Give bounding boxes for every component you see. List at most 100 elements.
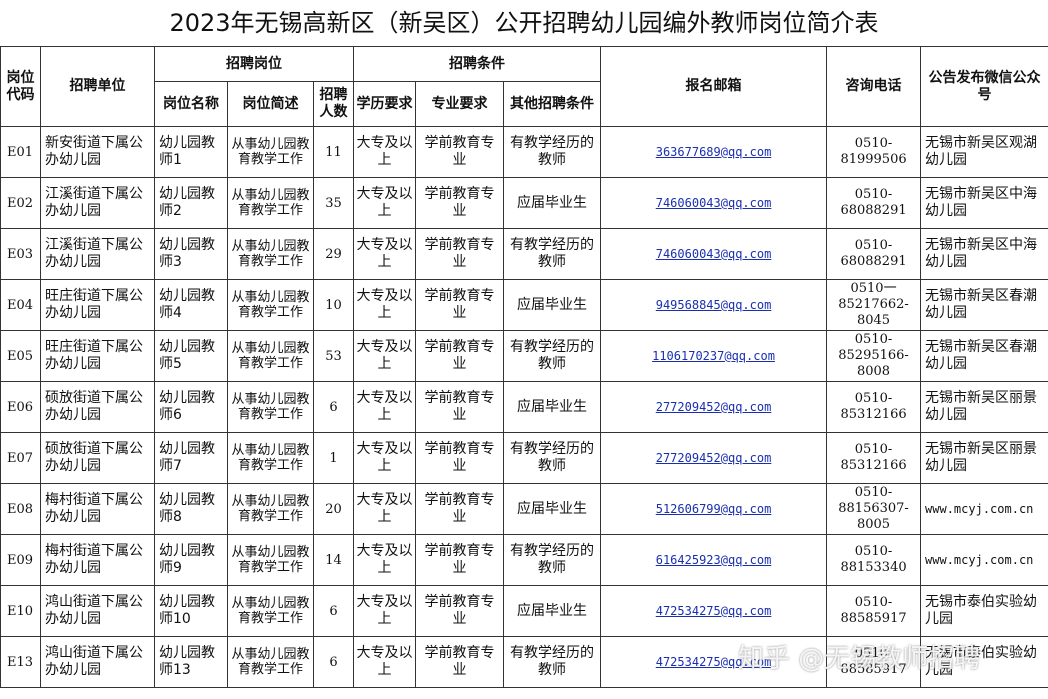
cell-education: 大专及以上 bbox=[353, 279, 417, 331]
cell-position-desc: 从事幼儿园教育教学工作 bbox=[227, 534, 314, 586]
cell-position-desc: 从事幼儿园教育教学工作 bbox=[227, 585, 314, 637]
cell-other: 有教学经历的教师 bbox=[503, 534, 602, 586]
cell-unit: 江溪街道下属公办幼儿园 bbox=[40, 177, 155, 229]
cell-other: 应届毕业生 bbox=[503, 177, 602, 229]
table-row: E04 旺庄街道下属公办幼儿园 幼儿园教师4 从事幼儿园教育教学工作 10 大专… bbox=[0, 279, 1048, 331]
cell-email: 746060043@qq.com bbox=[600, 177, 828, 229]
header-unit: 招聘单位 bbox=[40, 46, 155, 127]
table-row: E07 硕放街道下属公办幼儿园 幼儿园教师7 从事幼儿园教育教学工作 1 大专及… bbox=[0, 432, 1048, 484]
header-other: 其他招聘条件 bbox=[503, 81, 602, 127]
cell-position-desc: 从事幼儿园教育教学工作 bbox=[227, 330, 314, 382]
cell-position-desc: 从事幼儿园教育教学工作 bbox=[227, 483, 314, 535]
cell-count: 6 bbox=[312, 381, 355, 433]
cell-major: 学前教育专业 bbox=[415, 381, 505, 433]
cell-unit: 新安街道下属公办幼儿园 bbox=[40, 126, 155, 178]
header-code: 岗位代码 bbox=[0, 46, 41, 127]
cell-wechat: 无锡市新吴区中海幼儿园 bbox=[920, 228, 1048, 280]
table-row: E08 梅村街道下属公办幼儿园 幼儿园教师8 从事幼儿园教育教学工作 20 大专… bbox=[0, 483, 1048, 535]
table-row: E10 鸿山街道下属公办幼儿园 幼儿园教师10 从事幼儿园教育教学工作 6 大专… bbox=[0, 585, 1048, 637]
cell-position-name: 幼儿园教师3 bbox=[154, 228, 228, 280]
cell-unit: 硕放街道下属公办幼儿园 bbox=[40, 432, 155, 484]
cell-email: 472534275@qq.com bbox=[600, 636, 828, 688]
cell-wechat: 无锡市新吴区中海幼儿园 bbox=[920, 177, 1048, 229]
cell-other: 有教学经历的教师 bbox=[503, 126, 602, 178]
email-link[interactable]: 1106170237@qq.com bbox=[652, 349, 775, 363]
cell-count: 53 bbox=[312, 330, 355, 382]
email-link[interactable]: 746060043@qq.com bbox=[656, 196, 772, 210]
cell-education: 大专及以上 bbox=[353, 432, 417, 484]
cell-unit: 江溪街道下属公办幼儿园 bbox=[40, 228, 155, 280]
header-wechat: 公告发布微信公众号 bbox=[920, 46, 1048, 127]
cell-code: E13 bbox=[0, 636, 41, 688]
cell-unit: 旺庄街道下属公办幼儿园 bbox=[40, 330, 155, 382]
cell-phone: 0510一85217662-8045 bbox=[826, 279, 922, 331]
cell-position-name: 幼儿园教师7 bbox=[154, 432, 228, 484]
table-row: E01 新安街道下属公办幼儿园 幼儿园教师1 从事幼儿园教育教学工作 11 大专… bbox=[0, 126, 1048, 178]
cell-code: E09 bbox=[0, 534, 41, 586]
cell-wechat: www.mcyj.com.cn bbox=[920, 483, 1048, 535]
header-position-desc: 岗位简述 bbox=[227, 81, 314, 127]
cell-unit: 旺庄街道下属公办幼儿园 bbox=[40, 279, 155, 331]
cell-count: 20 bbox=[312, 483, 355, 535]
cell-position-desc: 从事幼儿园教育教学工作 bbox=[227, 126, 314, 178]
cell-count: 1 bbox=[312, 432, 355, 484]
email-link[interactable]: 746060043@qq.com bbox=[656, 247, 772, 261]
cell-code: E07 bbox=[0, 432, 41, 484]
cell-education: 大专及以上 bbox=[353, 483, 417, 535]
email-link[interactable]: 277209452@qq.com bbox=[656, 400, 772, 414]
cell-major: 学前教育专业 bbox=[415, 483, 505, 535]
cell-count: 29 bbox=[312, 228, 355, 280]
email-link[interactable]: 363677689@qq.com bbox=[656, 145, 772, 159]
cell-education: 大专及以上 bbox=[353, 585, 417, 637]
cell-wechat: 无锡市新吴区丽景幼儿园 bbox=[920, 381, 1048, 433]
cell-position-name: 幼儿园教师6 bbox=[154, 381, 228, 433]
cell-unit: 鸿山街道下属公办幼儿园 bbox=[40, 585, 155, 637]
cell-code: E04 bbox=[0, 279, 41, 331]
cell-major: 学前教育专业 bbox=[415, 330, 505, 382]
cell-position-desc: 从事幼儿园教育教学工作 bbox=[227, 228, 314, 280]
table-row: E05 旺庄街道下属公办幼儿园 幼儿园教师5 从事幼儿园教育教学工作 53 大专… bbox=[0, 330, 1048, 382]
cell-count: 11 bbox=[312, 126, 355, 178]
cell-position-name: 幼儿园教师13 bbox=[154, 636, 228, 688]
cell-phone: 0510-85312166 bbox=[826, 432, 922, 484]
cell-position-desc: 从事幼儿园教育教学工作 bbox=[227, 279, 314, 331]
cell-email: 363677689@qq.com bbox=[600, 126, 828, 178]
header-phone: 咨询电话 bbox=[826, 46, 922, 127]
email-link[interactable]: 472534275@qq.com bbox=[656, 655, 772, 669]
table-row: E06 硕放街道下属公办幼儿园 幼儿园教师6 从事幼儿园教育教学工作 6 大专及… bbox=[0, 381, 1048, 433]
cell-position-name: 幼儿园教师10 bbox=[154, 585, 228, 637]
cell-education: 大专及以上 bbox=[353, 228, 417, 280]
cell-count: 35 bbox=[312, 177, 355, 229]
cell-code: E08 bbox=[0, 483, 41, 535]
cell-major: 学前教育专业 bbox=[415, 177, 505, 229]
cell-wechat: 无锡市泰伯实验幼儿园 bbox=[920, 585, 1048, 637]
email-link[interactable]: 949568845@qq.com bbox=[656, 298, 772, 312]
cell-count: 14 bbox=[312, 534, 355, 586]
cell-position-name: 幼儿园教师4 bbox=[154, 279, 228, 331]
cell-education: 大专及以上 bbox=[353, 126, 417, 178]
cell-email: 472534275@qq.com bbox=[600, 585, 828, 637]
email-link[interactable]: 472534275@qq.com bbox=[656, 604, 772, 618]
cell-email: 949568845@qq.com bbox=[600, 279, 828, 331]
cell-phone: 0510-88585917 bbox=[826, 636, 922, 688]
cell-position-name: 幼儿园教师5 bbox=[154, 330, 228, 382]
cell-count: 6 bbox=[312, 585, 355, 637]
cell-position-name: 幼儿园教师2 bbox=[154, 177, 228, 229]
header-email: 报名邮箱 bbox=[600, 46, 828, 127]
cell-major: 学前教育专业 bbox=[415, 279, 505, 331]
cell-phone: 0510-85312166 bbox=[826, 381, 922, 433]
cell-count: 10 bbox=[312, 279, 355, 331]
cell-major: 学前教育专业 bbox=[415, 432, 505, 484]
cell-position-desc: 从事幼儿园教育教学工作 bbox=[227, 636, 314, 688]
cell-position-desc: 从事幼儿园教育教学工作 bbox=[227, 381, 314, 433]
page-title: 2023年无锡高新区（新吴区）公开招聘幼儿园编外教师岗位简介表 bbox=[169, 9, 879, 37]
email-link[interactable]: 277209452@qq.com bbox=[656, 451, 772, 465]
cell-position-name: 幼儿园教师9 bbox=[154, 534, 228, 586]
cell-wechat: 无锡市新吴区春潮幼儿园 bbox=[920, 279, 1048, 331]
cell-unit: 梅村街道下属公办幼儿园 bbox=[40, 534, 155, 586]
cell-other: 有教学经历的教师 bbox=[503, 330, 602, 382]
cell-code: E03 bbox=[0, 228, 41, 280]
email-link[interactable]: 512606799@qq.com bbox=[656, 502, 772, 516]
cell-major: 学前教育专业 bbox=[415, 228, 505, 280]
email-link[interactable]: 616425923@qq.com bbox=[656, 553, 772, 567]
